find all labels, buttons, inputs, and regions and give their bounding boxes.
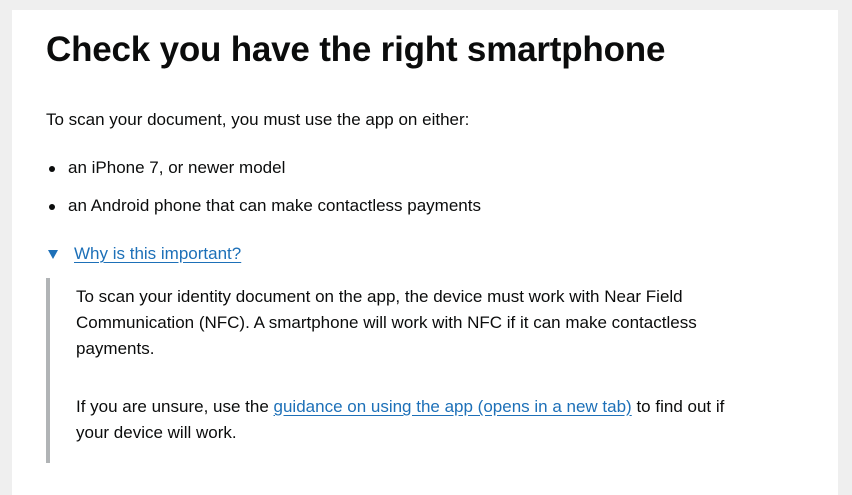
content-card: Check you have the right smartphone To s… bbox=[12, 10, 838, 495]
guidance-link[interactable]: guidance on using the app (opens in a ne… bbox=[274, 397, 632, 416]
list-item: an iPhone 7, or newer model bbox=[46, 156, 481, 180]
intro-text: To scan your document, you must use the … bbox=[46, 110, 470, 129]
guidance-text-before: If you are unsure, use the bbox=[76, 397, 274, 416]
details-body: To scan your identity document on the ap… bbox=[46, 278, 746, 463]
requirements-list: an iPhone 7, or newer model an Android p… bbox=[46, 156, 481, 232]
details-paragraph-nfc: To scan your identity document on the ap… bbox=[76, 287, 697, 358]
details-summary-link[interactable]: Why is this important? bbox=[74, 242, 241, 266]
triangle-down-icon[interactable] bbox=[48, 249, 58, 259]
details-summary[interactable]: Why is this important? bbox=[46, 242, 241, 266]
list-item: an Android phone that can make contactle… bbox=[46, 194, 481, 218]
details-paragraph-guidance: If you are unsure, use the guidance on u… bbox=[76, 394, 736, 446]
page-title: Check you have the right smartphone bbox=[46, 30, 666, 69]
